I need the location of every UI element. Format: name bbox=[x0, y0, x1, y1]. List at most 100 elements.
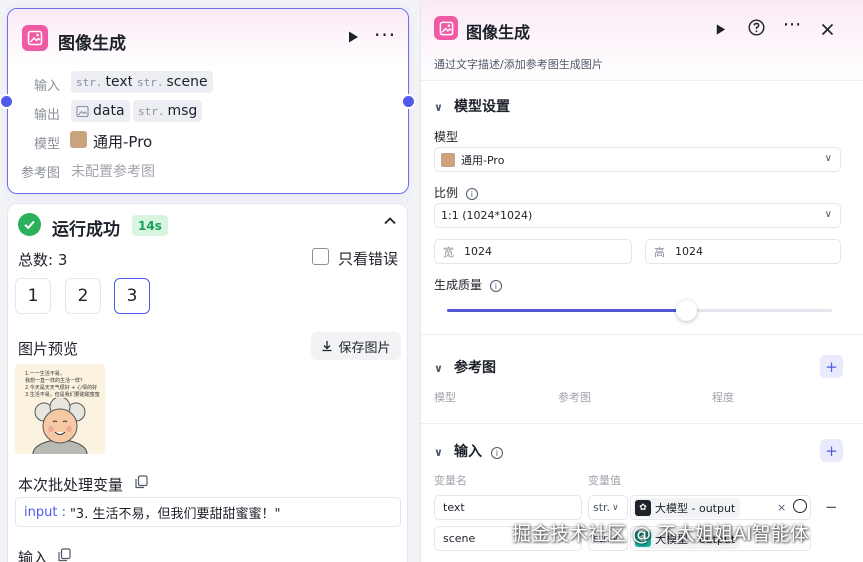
generated-image-preview[interactable]: 1.一一生活不易， 我想一直一样的生活一样？ 2.今天是天天气很好 + 心情的好… bbox=[15, 364, 105, 454]
info-icon[interactable]: i bbox=[490, 447, 503, 459]
panel-title: 图像生成 bbox=[466, 23, 531, 42]
quality-slider[interactable] bbox=[447, 300, 832, 321]
grandma-illustration bbox=[32, 398, 88, 454]
ref-column-model: 模型 bbox=[434, 391, 456, 404]
chevron-down-icon: ∨ bbox=[434, 101, 443, 114]
input-section-label: 输入 bbox=[18, 549, 49, 562]
height-input[interactable]: 高 1024 bbox=[645, 239, 841, 264]
info-icon[interactable]: i bbox=[465, 188, 478, 200]
image-type-icon bbox=[76, 105, 89, 117]
page-button-1[interactable]: 1 bbox=[15, 278, 51, 314]
success-check-icon bbox=[18, 213, 41, 236]
play-icon bbox=[349, 31, 358, 43]
more-icon: ··· bbox=[374, 23, 397, 47]
info-icon[interactable]: i bbox=[489, 280, 502, 292]
width-input[interactable]: 宽 1024 bbox=[434, 239, 632, 264]
plus-icon: + bbox=[825, 441, 838, 460]
input-tag-scene: str. scene bbox=[132, 71, 213, 93]
node-input-port[interactable] bbox=[0, 94, 14, 109]
ratio-field-label: 比例 i bbox=[434, 184, 478, 201]
ref-column-strength: 程度 bbox=[712, 391, 734, 404]
output-tag-data: data bbox=[71, 100, 130, 122]
panel-more-button[interactable]: ··· bbox=[783, 14, 801, 36]
only-errors-checkbox[interactable] bbox=[312, 248, 329, 265]
input-tag-text: str. text bbox=[71, 71, 139, 93]
model-value: 通用-Pro bbox=[93, 133, 153, 151]
play-icon bbox=[716, 24, 726, 35]
page-button-3[interactable]: 3 bbox=[114, 278, 150, 314]
batch-key: input : bbox=[24, 504, 66, 520]
ref-column-image: 参考图 bbox=[558, 391, 591, 404]
var-reference-field[interactable]: ✿ 大模型 - output × bbox=[630, 495, 811, 520]
preview-text-line: 1.一一生活不易， bbox=[25, 371, 65, 377]
collapse-button[interactable] bbox=[383, 214, 397, 232]
var-value-header: 变量值 bbox=[588, 474, 621, 487]
watermark-text: 掘金技术社区 @ 不太姐姐AI智能体 bbox=[512, 523, 809, 545]
var-name-header: 变量名 bbox=[434, 474, 467, 487]
copy-batch-button[interactable] bbox=[135, 475, 148, 493]
remove-row-button[interactable]: − bbox=[825, 498, 838, 516]
output-tag-msg: str. msg bbox=[133, 100, 203, 122]
more-options-button[interactable]: ··· bbox=[374, 23, 396, 47]
image-gen-app-icon bbox=[434, 16, 458, 40]
model-field-label: 模型 bbox=[434, 130, 459, 144]
page-button-2[interactable]: 2 bbox=[65, 278, 101, 314]
var-type-select[interactable]: str. ∨ bbox=[588, 495, 628, 520]
download-icon bbox=[322, 341, 332, 352]
run-status: 运行成功 bbox=[52, 220, 120, 240]
clear-reference-button[interactable]: × bbox=[777, 501, 786, 514]
inputs-section-header[interactable]: ∨ 输入 i bbox=[434, 441, 503, 461]
only-errors-label[interactable]: 只看错误 bbox=[338, 248, 398, 269]
model-avatar-icon bbox=[70, 131, 87, 148]
batch-variables-box: input : "3. 生活不易，但我们要甜甜蜜蜜！" bbox=[15, 497, 401, 527]
more-icon: ··· bbox=[783, 14, 802, 36]
chevron-down-icon: ∨ bbox=[612, 502, 619, 513]
var-name-input[interactable]: text bbox=[434, 495, 582, 520]
settings-panel: 图像生成 ··· 通过文字描述/添加参考图生成图片 ∨ 模型设置 模型 通用-Pr… bbox=[420, 0, 863, 562]
plus-icon: + bbox=[825, 357, 838, 376]
input-label: 输入 bbox=[34, 79, 61, 94]
preview-text-line: 我想一直一样的生活一样？ bbox=[25, 378, 86, 384]
model-avatar-icon bbox=[441, 152, 455, 167]
image-gen-app-icon bbox=[22, 25, 48, 51]
run-panel-button[interactable] bbox=[714, 21, 727, 40]
save-image-button[interactable]: 保存图片 bbox=[311, 332, 401, 360]
chevron-down-icon: ∨ bbox=[434, 362, 443, 375]
help-button[interactable] bbox=[748, 19, 765, 40]
run-node-button[interactable] bbox=[346, 29, 360, 48]
close-icon bbox=[821, 23, 834, 36]
model-label: 模型 bbox=[34, 137, 61, 152]
divider bbox=[421, 80, 863, 81]
quality-slider-handle[interactable] bbox=[675, 300, 697, 321]
add-reference-button[interactable]: + bbox=[820, 355, 843, 378]
add-input-button[interactable]: + bbox=[820, 439, 843, 462]
quality-field-label: 生成质量 i bbox=[434, 276, 502, 293]
preview-label: 图片预览 bbox=[18, 340, 79, 358]
chevron-down-icon: ∨ bbox=[824, 209, 832, 220]
help-icon bbox=[748, 19, 765, 36]
copy-icon bbox=[58, 548, 71, 562]
duration-badge: 14s bbox=[132, 215, 168, 236]
chevron-up-icon bbox=[384, 217, 396, 225]
copy-icon bbox=[135, 475, 148, 489]
model-select[interactable]: 通用-Pro ∨ bbox=[434, 147, 841, 172]
close-panel-button[interactable] bbox=[821, 21, 834, 40]
preview-text-line: 2.今天是天天气很好 + 心情的好 bbox=[25, 385, 98, 391]
ratio-select[interactable]: 1:1 (1024*1024) ∨ bbox=[434, 203, 841, 228]
node-output-port[interactable] bbox=[401, 94, 416, 109]
output-label: 输出 bbox=[34, 108, 61, 123]
batch-value: "3. 生活不易，但我们要甜甜蜜蜜！" bbox=[69, 506, 281, 522]
copy-input-button[interactable] bbox=[58, 548, 71, 562]
target-icon[interactable] bbox=[793, 499, 807, 513]
image-generation-node[interactable]: 图像生成 ··· 输入 str. text str. scene 输出 data s… bbox=[0, 8, 416, 194]
batch-variables-label: 本次批处理变量 bbox=[18, 476, 124, 494]
reference-label: 参考图 bbox=[21, 166, 61, 181]
model-settings-header[interactable]: ∨ 模型设置 bbox=[434, 96, 510, 116]
chevron-down-icon: ∨ bbox=[434, 446, 443, 459]
run-result-panel: 运行成功 14s 总数: 3 只看错误 1 2 3 图片预览 保存图片 1.一一… bbox=[7, 203, 408, 562]
divider bbox=[421, 423, 863, 424]
reference-section-header[interactable]: ∨ 参考图 bbox=[434, 357, 496, 377]
node-title: 图像生成 bbox=[58, 34, 126, 54]
total-count: 总数: 3 bbox=[18, 251, 68, 269]
chevron-down-icon: ∨ bbox=[824, 153, 832, 164]
